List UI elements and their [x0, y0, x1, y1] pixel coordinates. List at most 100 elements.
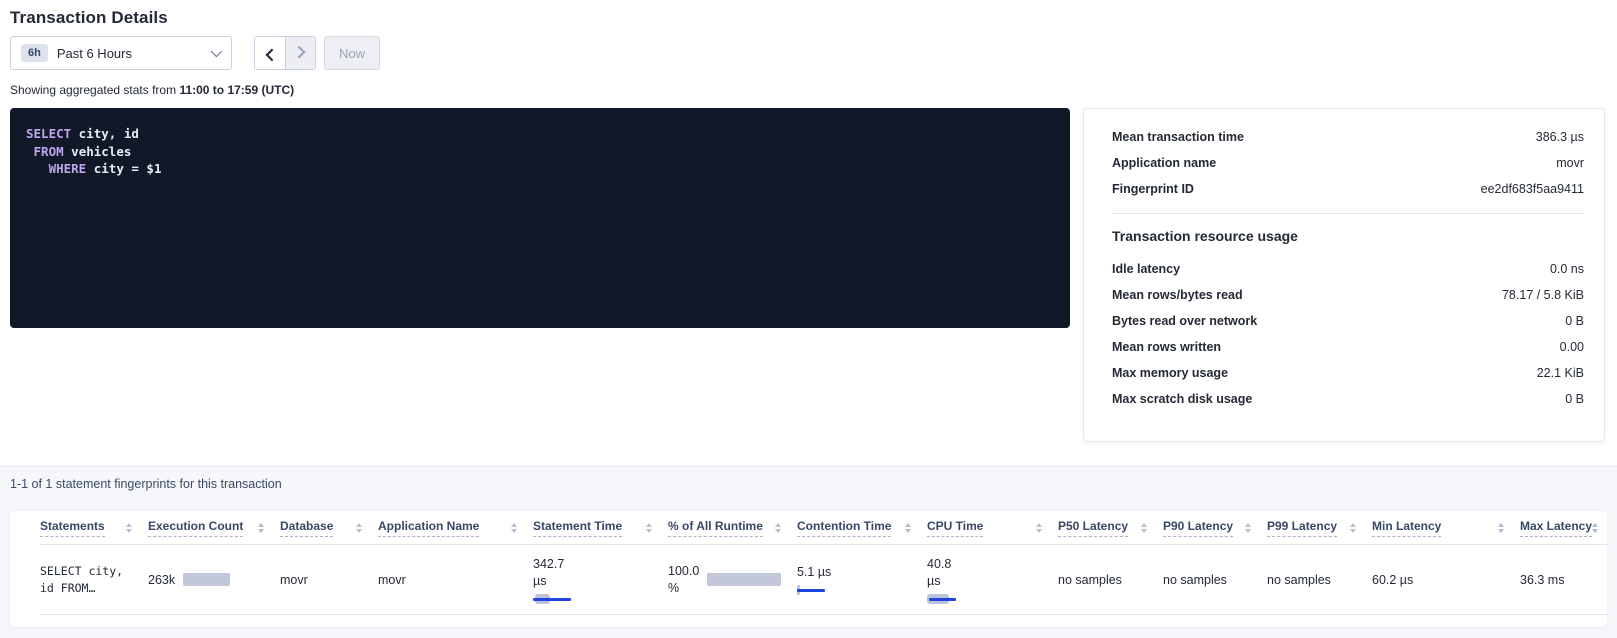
sql-line-1: SELECT city, id — [26, 126, 139, 141]
col-header-execution-count[interactable]: Execution Count — [148, 519, 280, 537]
chevron-right-icon — [293, 45, 306, 58]
runtime-pct-bar — [707, 573, 781, 586]
summary-row-application-name: Application name movr — [1112, 150, 1584, 176]
execution-count-cell: 263k — [148, 573, 280, 587]
summary-label: Application name — [1112, 156, 1216, 170]
summary-row-mean-transaction-time: Mean transaction time 386.3 µs — [1112, 124, 1584, 150]
statements-section: 1-1 of 1 statement fingerprints for this… — [0, 466, 1617, 638]
resource-usage-rows: Idle latency 0.0 ns Mean rows/bytes read… — [1112, 256, 1584, 412]
time-step-button-group — [254, 36, 316, 70]
sql-line-2: FROM vehicles — [26, 144, 131, 159]
time-toolbar: 6h Past 6 Hours Now — [10, 36, 1607, 70]
summary-value: 386.3 µs — [1536, 130, 1584, 144]
sort-icon — [356, 523, 362, 533]
contention-time-bar — [797, 585, 837, 595]
col-header-p99-latency[interactable]: P99 Latency — [1267, 519, 1372, 537]
resource-value: 22.1 KiB — [1537, 366, 1584, 380]
statement-row: SELECT city, id FROM… 263k movr movr 342… — [40, 545, 1607, 615]
sort-icon — [511, 523, 517, 533]
time-range-label: Past 6 Hours — [57, 46, 132, 61]
transaction-summary-card: Mean transaction time 386.3 µs Applicati… — [1083, 108, 1605, 442]
p99-latency-cell: no samples — [1267, 573, 1372, 587]
runtime-pct-cell: 100.0 % — [668, 563, 797, 597]
resource-row-bytes-read-over-network: Bytes read over network 0 B — [1112, 308, 1584, 334]
summary-value: ee2df683f5aa9411 — [1481, 182, 1584, 196]
contention-time-cell: 5.1 µs — [797, 564, 927, 595]
details-content: SELECT city, id FROM vehicles WHERE city… — [10, 108, 1607, 442]
summary-label: Fingerprint ID — [1112, 182, 1194, 196]
p90-latency-cell: no samples — [1163, 573, 1267, 587]
summary-value: movr — [1556, 156, 1584, 170]
statements-count-text: 1-1 of 1 statement fingerprints for this… — [10, 477, 1607, 491]
sort-icon — [1498, 523, 1504, 533]
col-header-database[interactable]: Database — [280, 519, 378, 537]
col-header-max-latency[interactable]: Max Latency — [1520, 519, 1607, 537]
col-header-cpu-time[interactable]: CPU Time — [927, 519, 1058, 537]
resource-row-mean-rows-bytes-read: Mean rows/bytes read 78.17 / 5.8 KiB — [1112, 282, 1584, 308]
transaction-details-section: Transaction Details 6h Past 6 Hours Now … — [0, 0, 1617, 466]
resource-label: Mean rows written — [1112, 340, 1221, 354]
next-time-button[interactable] — [285, 37, 315, 69]
statement-time-cell: 342.7 µs — [533, 556, 668, 604]
resource-label: Max scratch disk usage — [1112, 392, 1252, 406]
resource-row-max-memory-usage: Max memory usage 22.1 KiB — [1112, 360, 1584, 386]
statement-time-bar — [533, 594, 583, 604]
time-range-badge: 6h — [21, 44, 48, 62]
page-title: Transaction Details — [10, 8, 1607, 28]
application-name-cell: movr — [378, 573, 533, 587]
resource-value: 0 B — [1565, 392, 1584, 406]
execution-count-bar — [183, 573, 230, 586]
col-header-min-latency[interactable]: Min Latency — [1372, 519, 1520, 537]
resource-value: 0.0 ns — [1550, 262, 1584, 276]
resource-label: Idle latency — [1112, 262, 1180, 276]
resource-value: 0.00 — [1560, 340, 1584, 354]
resource-row-max-scratch-disk-usage: Max scratch disk usage 0 B — [1112, 386, 1584, 412]
resource-value: 0 B — [1565, 314, 1584, 328]
summary-row-fingerprint-id: Fingerprint ID ee2df683f5aa9411 — [1112, 176, 1584, 202]
statement-link[interactable]: SELECT city, id FROM… — [40, 563, 132, 597]
resource-label: Bytes read over network — [1112, 314, 1257, 328]
sort-icon — [646, 523, 652, 533]
database-cell: movr — [280, 573, 378, 587]
previous-time-button[interactable] — [255, 37, 285, 69]
chevron-down-icon — [211, 46, 222, 57]
col-header-p90-latency[interactable]: P90 Latency — [1163, 519, 1267, 537]
card-divider — [1112, 213, 1584, 214]
p50-latency-cell: no samples — [1058, 573, 1163, 587]
resource-row-mean-rows-written: Mean rows written 0.00 — [1112, 334, 1584, 360]
cpu-time-cell: 40.8 µs — [927, 556, 1058, 604]
col-header-p50-latency[interactable]: P50 Latency — [1058, 519, 1163, 537]
statements-table-header: Statements Execution Count Database Appl… — [40, 511, 1607, 545]
summary-label: Mean transaction time — [1112, 130, 1244, 144]
resource-value: 78.17 / 5.8 KiB — [1502, 288, 1584, 302]
sort-icon — [1141, 523, 1147, 533]
min-latency-cell: 60.2 µs — [1372, 573, 1520, 587]
col-header-application-name[interactable]: Application Name — [378, 519, 533, 537]
time-range-dropdown[interactable]: 6h Past 6 Hours — [10, 36, 232, 70]
col-header-pct-of-all-runtime[interactable]: % of All Runtime — [668, 519, 797, 537]
chevron-left-icon — [265, 48, 278, 61]
sort-icon — [1036, 523, 1042, 533]
col-header-contention-time[interactable]: Contention Time — [797, 519, 927, 537]
sort-icon — [775, 523, 781, 533]
statements-table: Statements Execution Count Database Appl… — [10, 511, 1607, 627]
sort-icon — [258, 523, 264, 533]
aggregation-prefix: Showing aggregated stats from — [10, 83, 179, 97]
resource-label: Max memory usage — [1112, 366, 1228, 380]
sort-icon — [905, 523, 911, 533]
sort-icon — [1592, 523, 1598, 533]
resource-row-idle-latency: Idle latency 0.0 ns — [1112, 256, 1584, 282]
sql-line-3: WHERE city = $1 — [26, 161, 161, 176]
now-button[interactable]: Now — [324, 36, 380, 70]
sort-icon — [126, 523, 132, 533]
sort-icon — [1350, 523, 1356, 533]
resource-label: Mean rows/bytes read — [1112, 288, 1243, 302]
cpu-time-bar — [927, 594, 967, 604]
aggregation-range: 11:00 to 17:59 (UTC) — [179, 83, 294, 97]
aggregation-period-text: Showing aggregated stats from 11:00 to 1… — [10, 83, 1607, 97]
col-header-statement-time[interactable]: Statement Time — [533, 519, 668, 537]
max-latency-cell: 36.3 ms — [1520, 573, 1607, 587]
sql-statement-box: SELECT city, id FROM vehicles WHERE city… — [10, 108, 1070, 328]
col-header-statements[interactable]: Statements — [40, 519, 148, 537]
resource-usage-title: Transaction resource usage — [1112, 228, 1584, 244]
